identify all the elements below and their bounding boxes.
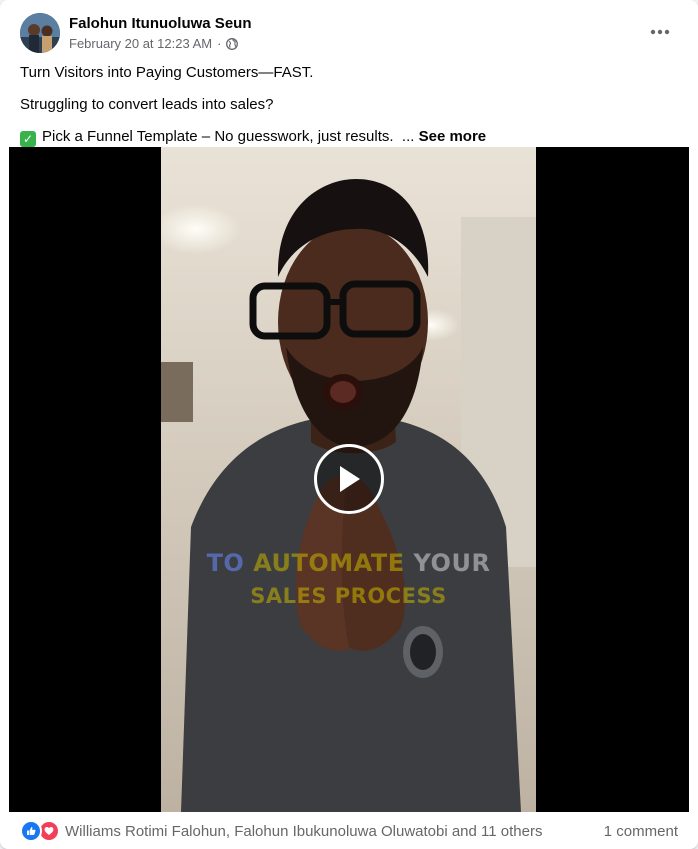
like-icon <box>20 820 42 842</box>
post-line-3: ✓ Pick a Funnel Template – No guesswork, … <box>20 127 678 147</box>
see-more-link[interactable]: See more <box>419 128 487 145</box>
play-button[interactable] <box>314 444 384 514</box>
comments-count[interactable]: 1 comment <box>604 823 678 840</box>
check-mark-icon: ✓ <box>20 131 36 147</box>
reaction-icons[interactable] <box>20 820 60 842</box>
caption-word-3: YOUR <box>413 549 491 577</box>
globe-icon <box>226 37 239 50</box>
post-line-1: Turn Visitors into Paying Customers—FAST… <box>20 64 314 81</box>
video-player[interactable]: TO AUTOMATE YOUR SALES PROCESS <box>9 147 689 812</box>
post-meta: February 20 at 12:23 AM · <box>69 36 239 51</box>
post-line-2: Struggling to convert leads into sales? <box>20 96 274 113</box>
author-avatar[interactable] <box>20 13 60 53</box>
reactions-bar: Williams Rotimi Falohun, Falohun Ibukuno… <box>20 818 678 844</box>
meta-separator: · <box>217 36 222 51</box>
ellipsis: ... <box>401 128 415 145</box>
more-options-button[interactable] <box>642 14 678 50</box>
video-caption-line-2: SALES PROCESS <box>250 584 447 608</box>
caption-word-2: AUTOMATE <box>253 549 405 577</box>
post-line-3-text: Pick a Funnel Template – No guesswork, j… <box>42 128 394 145</box>
post-card: Falohun Itunuoluwa Seun February 20 at 1… <box>0 0 698 849</box>
play-icon <box>340 466 360 492</box>
more-options-icon <box>650 29 670 35</box>
video-caption-line-1: TO AUTOMATE YOUR <box>161 549 536 577</box>
author-name[interactable]: Falohun Itunuoluwa Seun <box>69 15 251 32</box>
post-timestamp[interactable]: February 20 at 12:23 AM <box>69 36 212 51</box>
caption-word-1: TO <box>206 549 245 577</box>
reactions-text[interactable]: Williams Rotimi Falohun, Falohun Ibukuno… <box>65 823 542 840</box>
post-text: Turn Visitors into Paying Customers—FAST… <box>20 63 678 159</box>
